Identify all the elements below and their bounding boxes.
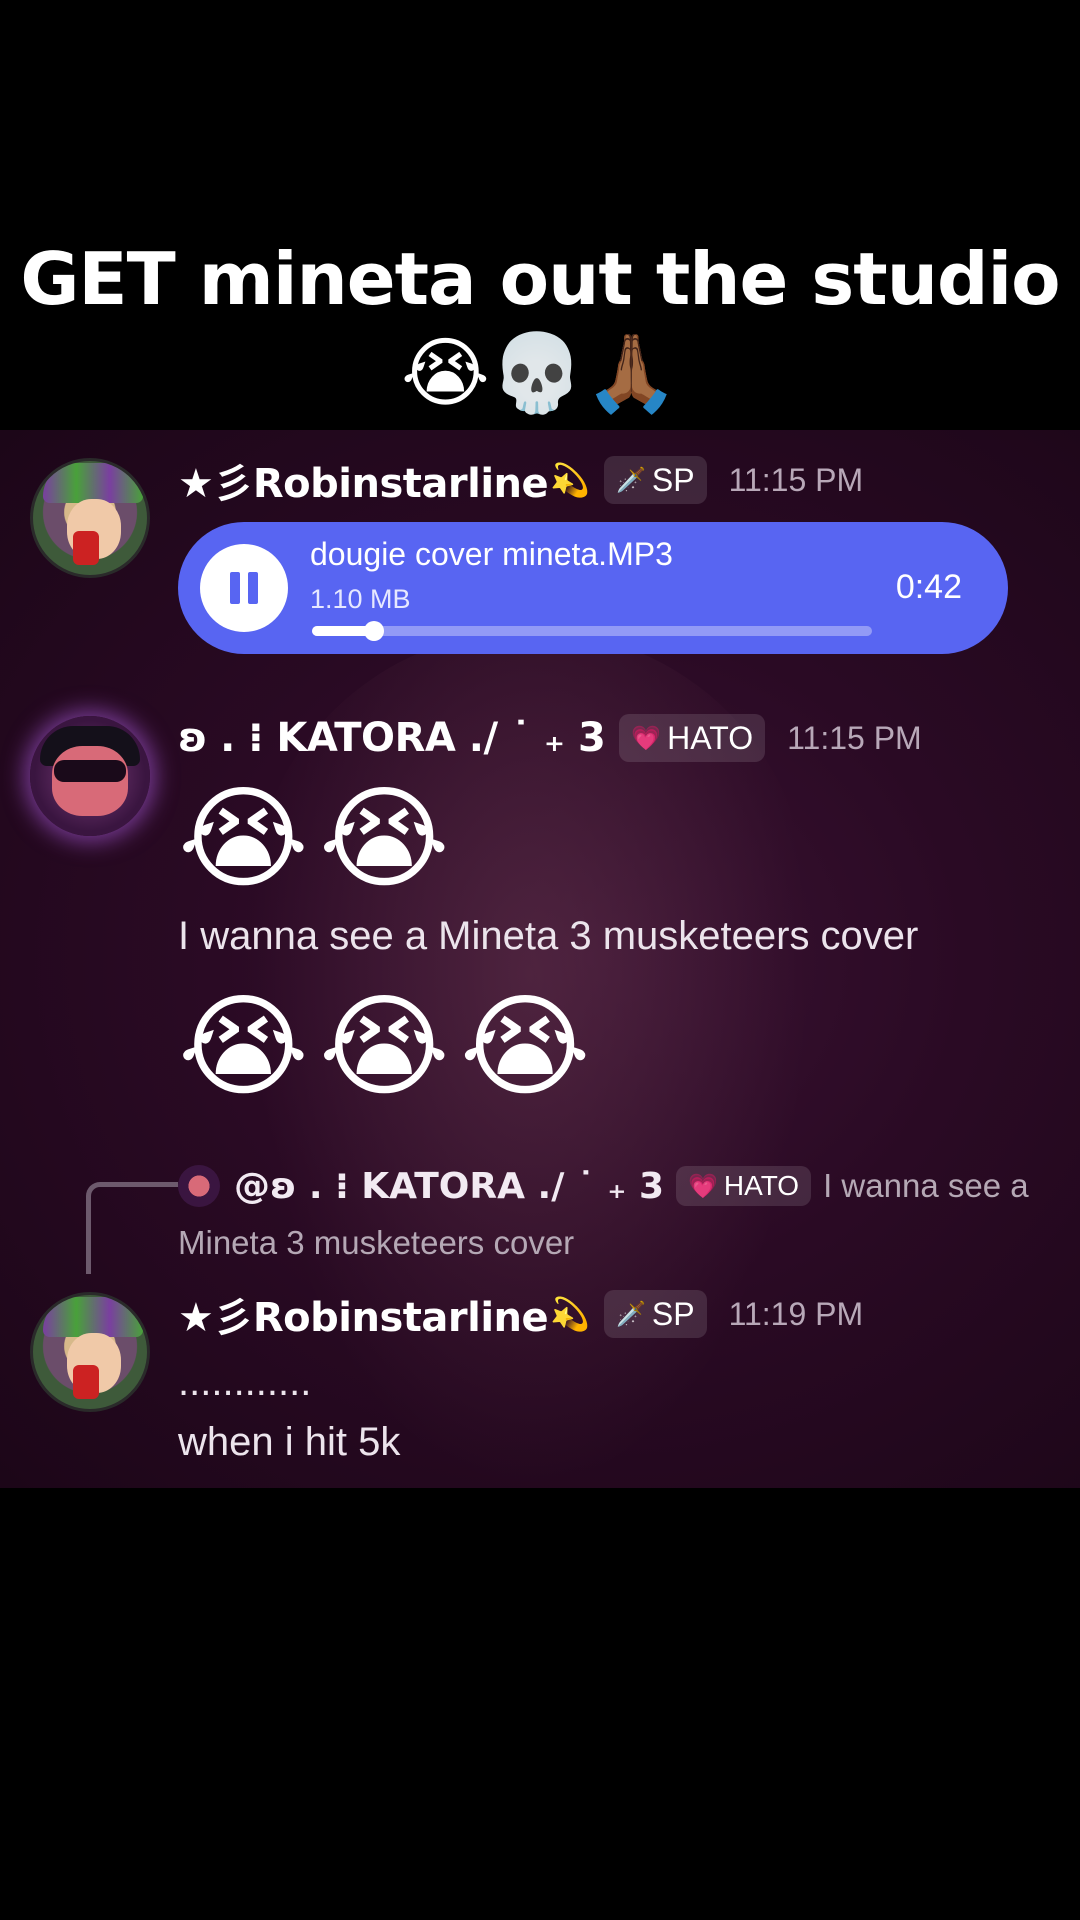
reply-connector bbox=[86, 1182, 178, 1274]
author-name[interactable]: ★彡Robinstarline bbox=[178, 451, 549, 509]
pause-icon bbox=[230, 572, 240, 604]
role-badge[interactable]: 💗 HATO bbox=[619, 714, 766, 762]
role-badge[interactable]: 🗡️ SP bbox=[603, 456, 707, 504]
avatar-katora[interactable] bbox=[30, 716, 150, 836]
pause-button[interactable] bbox=[200, 544, 288, 632]
message-header: ʚ . ⁝ KATORA ./ ˙ ₊ 3 💗 HATO 11:15 PM bbox=[178, 710, 922, 766]
timestamp: 11:19 PM bbox=[728, 1295, 864, 1332]
shooting-star-icon: 💫 bbox=[550, 1296, 590, 1332]
reply-avatar bbox=[178, 1165, 220, 1207]
audio-attachment: dougie cover mineta.MP3 1.10 MB 0:42 bbox=[178, 522, 1008, 654]
message-text: when i hit 5k bbox=[178, 1420, 401, 1464]
reply-preview[interactable]: @ʚ . ⁝ KATORA ./ ˙ ₊ 3 💗 HATO I wanna se… bbox=[178, 1156, 1029, 1216]
audio-progress-track[interactable] bbox=[312, 621, 872, 641]
video-caption: GET mineta out the studio 😭💀🙏🏾 bbox=[0, 236, 1080, 422]
pause-icon-bar bbox=[248, 572, 258, 604]
badge-label: SP bbox=[651, 461, 695, 498]
author-name[interactable]: ʚ . ⁝ KATORA ./ ˙ ₊ 3 bbox=[178, 715, 606, 761]
caption-emojis: 😭💀🙏🏾 bbox=[400, 331, 680, 416]
caption-title: GET mineta out the studio bbox=[20, 237, 1060, 321]
audio-progress-knob[interactable] bbox=[363, 621, 384, 641]
avatar-robinstarline[interactable] bbox=[30, 458, 150, 578]
message-header: ★彡Robinstarline 💫 🗡️ SP 11:19 PM bbox=[178, 1286, 863, 1342]
shooting-star-icon: 💫 bbox=[550, 462, 590, 498]
emoji-message: 😭😭😭 bbox=[178, 984, 601, 1109]
role-badge[interactable]: 🗡️ SP bbox=[603, 1290, 707, 1338]
message-text: ............ bbox=[178, 1360, 312, 1404]
message-header: ★彡Robinstarline 💫 🗡️ SP 11:15 PM bbox=[178, 452, 863, 508]
file-name[interactable]: dougie cover mineta.MP3 bbox=[310, 536, 673, 573]
role-badge: 💗 HATO bbox=[676, 1166, 812, 1206]
heart-icon: 💗 bbox=[631, 724, 662, 752]
file-size: 1.10 MB bbox=[310, 584, 411, 614]
reply-text-continued: Mineta 3 musketeers cover bbox=[178, 1224, 575, 1261]
reply-text: I wanna see a bbox=[823, 1167, 1029, 1204]
heart-icon: 💗 bbox=[688, 1172, 718, 1200]
sword-icon: 🗡️ bbox=[615, 466, 646, 494]
author-name[interactable]: ★彡Robinstarline bbox=[178, 1285, 549, 1343]
badge-label: HATO bbox=[723, 1170, 800, 1201]
reply-mention[interactable]: @ʚ . ⁝ KATORA ./ ˙ ₊ 3 bbox=[234, 1166, 664, 1207]
audio-duration: 0:42 bbox=[895, 568, 962, 606]
timestamp: 11:15 PM bbox=[728, 461, 864, 498]
timestamp: 11:15 PM bbox=[787, 719, 922, 756]
avatar-robinstarline[interactable] bbox=[30, 1292, 150, 1412]
chat-panel: ★彡Robinstarline 💫 🗡️ SP 11:15 PM dougie … bbox=[0, 430, 1080, 1488]
badge-label: SP bbox=[651, 1295, 695, 1332]
message-text: I wanna see a Mineta 3 musketeers cover bbox=[178, 914, 919, 958]
sword-icon: 🗡️ bbox=[615, 1300, 646, 1328]
emoji-message: 😭😭 bbox=[178, 776, 460, 901]
badge-label: HATO bbox=[667, 719, 754, 756]
